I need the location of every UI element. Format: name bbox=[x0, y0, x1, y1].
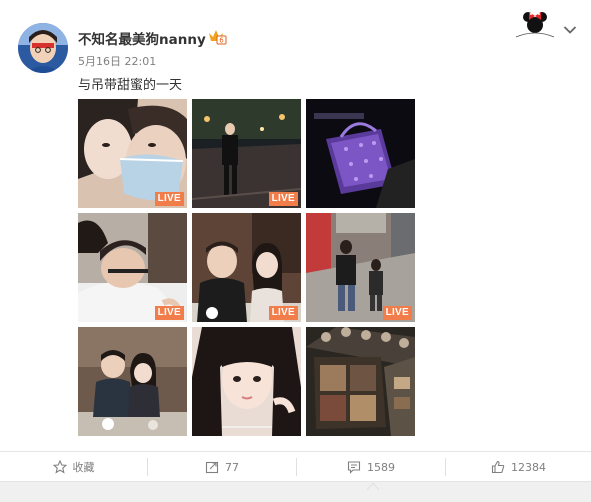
repost-count: 77 bbox=[225, 460, 239, 474]
vip-badge-icon[interactable]: 6 bbox=[207, 28, 227, 45]
favorite-label: 收藏 bbox=[72, 461, 95, 474]
live-badge: LIVE bbox=[268, 306, 298, 320]
comment-icon bbox=[347, 461, 361, 474]
photo-thumbnail[interactable]: LIVE bbox=[306, 213, 415, 322]
photo-thumbnail[interactable] bbox=[192, 327, 301, 436]
photo-thumbnail[interactable]: LIVE bbox=[78, 99, 187, 208]
chevron-down-icon[interactable] bbox=[563, 20, 577, 34]
favorite-button[interactable]: 收藏 bbox=[0, 452, 147, 482]
repost-icon bbox=[205, 461, 219, 474]
repost-button[interactable]: 77 bbox=[148, 452, 296, 482]
post-text: 与吊带甜蜜的一天 bbox=[78, 78, 183, 93]
comment-expanded-indicator bbox=[366, 475, 380, 491]
photo-thumbnail[interactable] bbox=[306, 99, 415, 208]
photo-thumbnail[interactable]: LIVE bbox=[192, 99, 301, 208]
live-badge: LIVE bbox=[154, 192, 184, 206]
photo-thumbnail[interactable] bbox=[306, 327, 415, 436]
action-bar: 收藏 77 1589 12384 bbox=[0, 452, 591, 482]
photo-thumbnail[interactable]: LIVE bbox=[78, 213, 187, 322]
photo-thumbnail[interactable] bbox=[78, 327, 187, 436]
avatar[interactable] bbox=[18, 23, 68, 73]
star-icon bbox=[52, 460, 67, 474]
username[interactable]: 不知名最美狗nanny bbox=[78, 28, 206, 48]
weibo-post-card: 不知名最美狗nanny 6 5月16日 22:01 与吊带甜蜜的一天 LIVE … bbox=[0, 0, 591, 452]
like-button[interactable]: 12384 bbox=[446, 452, 591, 482]
avatar-image bbox=[18, 23, 68, 73]
live-badge: LIVE bbox=[268, 192, 298, 206]
photo-thumbnail[interactable]: LIVE bbox=[192, 213, 301, 322]
svg-text:6: 6 bbox=[219, 37, 224, 45]
live-badge: LIVE bbox=[154, 306, 184, 320]
live-badge: LIVE bbox=[382, 306, 412, 320]
mickey-decoration-icon bbox=[514, 9, 556, 39]
comment-count: 1589 bbox=[367, 460, 395, 474]
thumbs-up-icon bbox=[491, 460, 505, 474]
like-count: 12384 bbox=[511, 460, 546, 474]
post-timestamp[interactable]: 5月16日 22:01 bbox=[78, 53, 156, 69]
